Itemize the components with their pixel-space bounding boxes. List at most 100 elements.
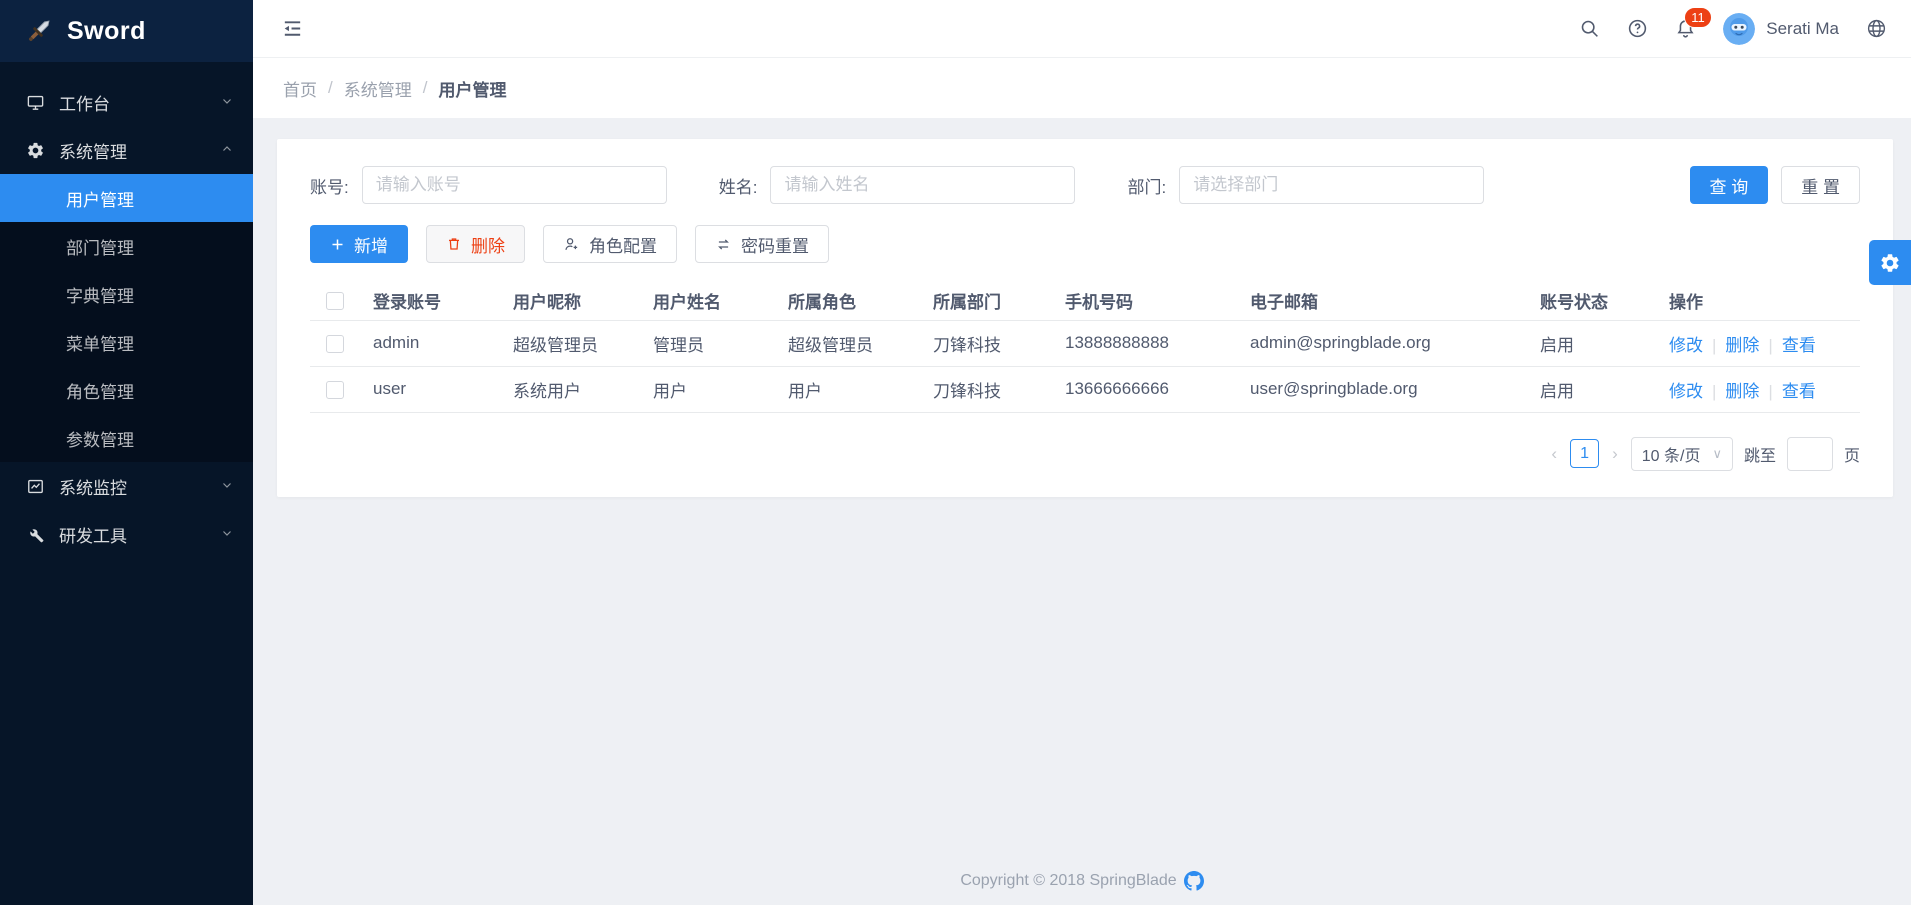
table-cell: 13888888888 [1052,320,1237,366]
sidebar-item-system-monitor[interactable]: 系统监控 [0,462,253,510]
table-cell: 启用 [1527,366,1656,412]
account-label: 账号: [310,173,349,198]
table-cell: admin@springblade.org [1237,320,1527,366]
sidebar-item-workbench[interactable]: 工作台 [0,78,253,126]
table-row: admin超级管理员管理员超级管理员刀锋科技13888888888admin@s… [310,320,1860,366]
chart-icon [26,477,45,496]
col-header-name: 用户姓名 [640,281,775,320]
sidebar-item-menu-management[interactable]: 菜单管理 [0,318,253,366]
notification-badge: 11 [1684,7,1712,28]
add-button[interactable]: 新增 [310,225,408,263]
page-footer: Copyright © 2018 SpringBlade [253,859,1911,905]
globe-language-icon[interactable] [1866,18,1887,39]
row-action-edit[interactable]: 修改 [1669,336,1703,355]
table-toolbar: 新增 删除 角色配置 [310,225,1860,263]
row-checkbox[interactable] [326,335,344,353]
name-label: 姓名: [719,173,758,198]
gear-icon [26,141,45,160]
avatar[interactable] [1723,13,1755,45]
trash-icon [446,236,462,252]
page-size-select[interactable]: 10 条/页 ∨ [1631,437,1733,471]
password-reset-button[interactable]: 密码重置 [695,225,829,263]
monitor-icon [26,93,45,112]
row-action-delete[interactable]: 删除 [1725,336,1759,355]
sidebar-item-param-management[interactable]: 参数管理 [0,414,253,462]
table-cell: 超级管理员 [500,320,640,366]
dept-field-group: 部门: [1127,166,1484,204]
table-row: user系统用户用户用户刀锋科技13666666666user@springbl… [310,366,1860,412]
breadcrumb: 首页 / 系统管理 / 用户管理 [253,58,1911,118]
action-separator: | [1768,382,1772,401]
main-area: 11 Serati Ma [253,0,1911,905]
user-menu[interactable]: Serati Ma [1723,13,1839,45]
pagination: ‹ 1 › 10 条/页 ∨ 跳至 页 [310,437,1860,471]
header-actions: 11 Serati Ma [1579,13,1887,45]
sidebar-item-label: 系统监控 [59,474,127,499]
col-header-email: 电子邮箱 [1237,281,1527,320]
sidebar: Sword 工作台 系统管理 [0,0,253,905]
table-cell: 刀锋科技 [920,320,1052,366]
breadcrumb-system[interactable]: 系统管理 [344,76,412,101]
dept-select[interactable] [1179,166,1484,204]
col-header-login: 登录账号 [360,281,500,320]
page-size-value: 10 条/页 [1642,442,1701,466]
select-all-checkbox[interactable] [326,292,344,310]
submenu-label: 菜单管理 [66,330,134,355]
search-actions: 查 询 重 置 [1690,166,1860,204]
users-table: 登录账号 用户昵称 用户姓名 所属角色 所属部门 手机号码 电子邮箱 账号状态 … [310,281,1860,413]
current-page-button[interactable]: 1 [1570,439,1599,468]
sidebar-item-label: 研发工具 [59,522,127,547]
sidebar-item-dept-management[interactable]: 部门管理 [0,222,253,270]
row-action-view[interactable]: 查看 [1782,336,1816,355]
col-header-nickname: 用户昵称 [500,281,640,320]
sidebar-item-user-management[interactable]: 用户管理 [0,174,253,222]
table-cell: admin [360,320,500,366]
next-page-icon[interactable]: › [1610,444,1620,464]
submenu-label: 字典管理 [66,282,134,307]
system-management-submenu: 用户管理 部门管理 字典管理 菜单管理 角色管理 参数管理 [0,174,253,462]
settings-drawer-button[interactable] [1869,240,1911,285]
sidebar-item-role-management[interactable]: 角色管理 [0,366,253,414]
chevron-down-icon [221,92,233,112]
col-header-status: 账号状态 [1527,281,1656,320]
search-icon[interactable] [1579,18,1600,39]
row-checkbox[interactable] [326,381,344,399]
account-input[interactable] [362,166,667,204]
chevron-up-icon [221,140,233,160]
app-logo[interactable]: Sword [0,0,253,62]
chevron-down-icon [221,476,233,496]
search-button[interactable]: 查 询 [1690,166,1769,204]
notifications-bell-icon[interactable]: 11 [1675,18,1696,39]
col-header-actions: 操作 [1656,281,1860,320]
wrench-icon [26,525,45,544]
table-body: admin超级管理员管理员超级管理员刀锋科技13888888888admin@s… [310,320,1860,412]
role-config-button[interactable]: 角色配置 [543,225,677,263]
action-separator: | [1768,336,1772,355]
sidebar-item-dev-tools[interactable]: 研发工具 [0,510,253,558]
row-actions: 修改|删除|查看 [1656,320,1860,366]
reset-button[interactable]: 重 置 [1781,166,1860,204]
github-icon[interactable] [1184,871,1204,891]
table-cell: 超级管理员 [775,320,920,366]
top-header: 11 Serati Ma [253,0,1911,58]
breadcrumb-home[interactable]: 首页 [283,76,317,101]
sidebar-item-system-management[interactable]: 系统管理 [0,126,253,174]
dept-label: 部门: [1127,173,1166,198]
jump-page-input[interactable] [1787,437,1833,471]
sidebar-item-dict-management[interactable]: 字典管理 [0,270,253,318]
table-header-row: 登录账号 用户昵称 用户姓名 所属角色 所属部门 手机号码 电子邮箱 账号状态 … [310,281,1860,320]
row-action-view[interactable]: 查看 [1782,382,1816,401]
row-action-delete[interactable]: 删除 [1725,382,1759,401]
prev-page-icon[interactable]: ‹ [1549,444,1559,464]
table-cell: user [360,366,500,412]
delete-button[interactable]: 删除 [426,225,525,263]
user-management-card: 账号: 姓名: 部门: 查 询 重 置 [277,139,1893,497]
help-icon[interactable] [1627,18,1648,39]
action-separator: | [1712,382,1716,401]
page-content: 账号: 姓名: 部门: 查 询 重 置 [253,118,1911,497]
menu-fold-icon[interactable] [281,17,304,40]
app-window: Sword 工作台 系统管理 [0,0,1911,905]
row-action-edit[interactable]: 修改 [1669,382,1703,401]
name-input[interactable] [770,166,1075,204]
name-field-group: 姓名: [719,166,1076,204]
